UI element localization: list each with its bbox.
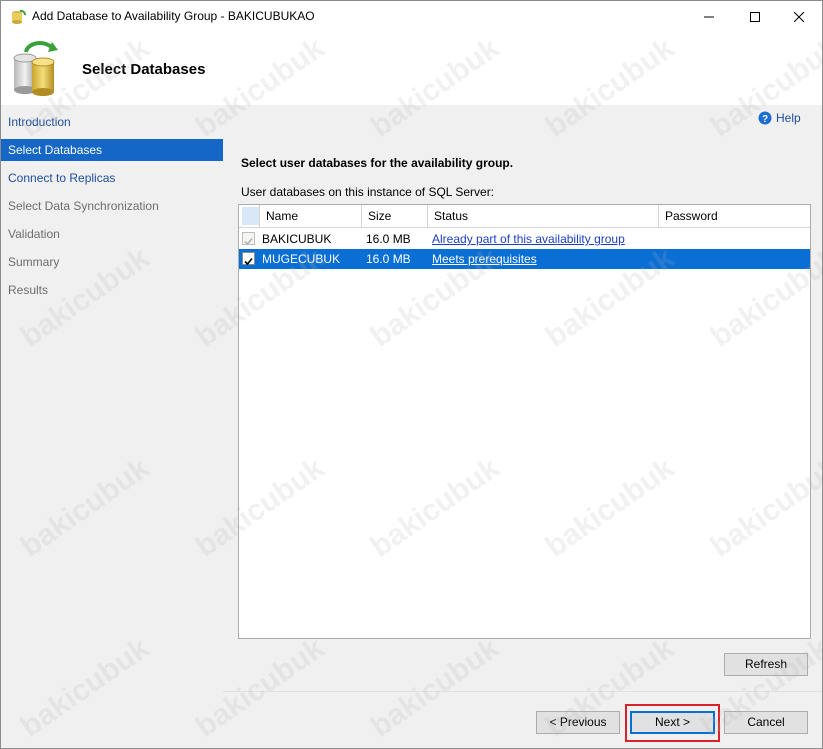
nav-item-connect-to-replicas[interactable]: Connect to Replicas bbox=[1, 167, 223, 189]
checkmark-icon bbox=[244, 237, 253, 246]
refresh-button[interactable]: Refresh bbox=[724, 653, 808, 676]
checkmark-icon bbox=[244, 257, 253, 266]
row-name: BAKICUBUK bbox=[262, 232, 332, 246]
minimize-icon bbox=[704, 16, 714, 17]
help-link[interactable]: ? Help bbox=[758, 111, 801, 125]
column-header-password[interactable]: Password bbox=[659, 205, 810, 227]
maximize-button[interactable] bbox=[732, 1, 778, 32]
nav-item-validation: Validation bbox=[8, 227, 60, 241]
cancel-button[interactable]: Cancel bbox=[724, 711, 808, 734]
list-caption: User databases on this instance of SQL S… bbox=[241, 185, 495, 199]
nav-item-summary: Summary bbox=[8, 255, 60, 269]
app-icon bbox=[12, 9, 26, 24]
row-status-link[interactable]: Already part of this availability group bbox=[432, 229, 625, 249]
nav-item-introduction[interactable]: Introduction bbox=[1, 111, 223, 133]
previous-button[interactable]: < Previous bbox=[536, 711, 620, 734]
select-all-header[interactable] bbox=[239, 205, 260, 227]
table-row[interactable]: MUGECUBUK 16.0 MB Meets prerequisites bbox=[239, 249, 810, 269]
wizard-nav: Introduction Select Databases Connect to… bbox=[1, 105, 223, 748]
close-icon bbox=[794, 11, 804, 22]
dialog-window: Add Database to Availability Group - BAK… bbox=[0, 0, 823, 749]
row-status-link[interactable]: Meets prerequisites bbox=[432, 249, 537, 269]
nav-item-select-data-synchronization: Select Data Synchronization bbox=[8, 199, 159, 213]
nav-item-results: Results bbox=[8, 283, 49, 297]
footer-divider bbox=[223, 691, 822, 692]
next-button[interactable]: Next > bbox=[630, 711, 715, 734]
row-checkbox bbox=[242, 232, 255, 246]
content-panel: ? Help Select user databases for the ava… bbox=[223, 105, 822, 748]
row-checkbox[interactable] bbox=[242, 252, 255, 266]
svg-text:?: ? bbox=[762, 114, 768, 125]
row-name: MUGECUBUK bbox=[262, 252, 341, 266]
close-button[interactable] bbox=[776, 1, 822, 32]
maximize-icon bbox=[750, 11, 760, 22]
column-header-status[interactable]: Status bbox=[428, 205, 659, 227]
section-title: Select user databases for the availabili… bbox=[241, 156, 514, 170]
help-icon: ? bbox=[758, 111, 772, 125]
help-label: Help bbox=[776, 111, 801, 125]
title-bar: Add Database to Availability Group - BAK… bbox=[1, 1, 822, 32]
window-title: Add Database to Availability Group - BAK… bbox=[32, 9, 315, 23]
row-size: 16.0 MB bbox=[366, 232, 411, 246]
minimize-button[interactable] bbox=[686, 1, 732, 32]
page-title: Select Databases bbox=[82, 61, 206, 78]
wizard-header: Select Databases bbox=[1, 32, 822, 105]
grid-header: Name Size Status Password bbox=[239, 205, 810, 228]
nav-item-select-databases[interactable]: Select Databases bbox=[1, 139, 223, 161]
column-header-size[interactable]: Size bbox=[362, 205, 428, 227]
table-row[interactable]: BAKICUBUK 16.0 MB Already part of this a… bbox=[239, 229, 810, 249]
row-size: 16.0 MB bbox=[366, 252, 411, 266]
column-header-name[interactable]: Name bbox=[260, 205, 362, 227]
database-icon bbox=[13, 41, 58, 96]
databases-grid[interactable]: Name Size Status Password BAKICUBUK 16.0… bbox=[238, 204, 811, 639]
